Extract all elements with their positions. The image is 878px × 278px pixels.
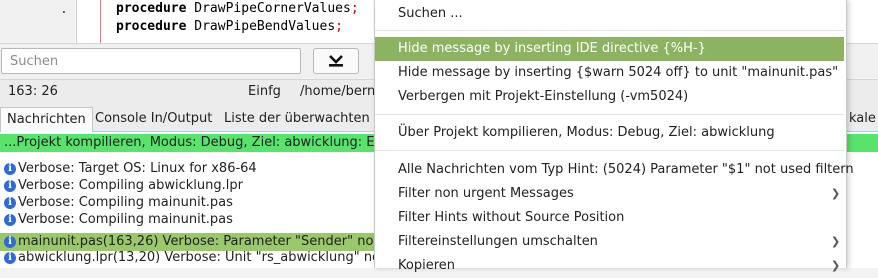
tab-messages[interactable]: Nachrichten [0,107,93,132]
info-icon: i [4,163,16,175]
find-next-button[interactable] [313,48,359,74]
code-identifier: DrawPipeCornerValues [194,1,351,16]
menu-item-toggle-filters[interactable]: Filtereinstellungen umschalten ❯ [375,230,844,254]
message-text: abwicklung.lpr(13,20) Verbose: Unit "rs_… [18,250,421,265]
message-text: Verbose: Compiling mainunit.pas [18,195,233,210]
code-punctuation: ; [335,19,343,34]
menu-item-label: Filtereinstellungen umschalten [398,234,598,249]
file-path: /home/bernd [300,84,384,99]
gutter-marker: . [60,2,68,17]
right-margin-line [100,0,101,43]
tab-watches[interactable]: Liste der überwachten Au [218,107,397,131]
menu-item-about-compile[interactable]: Über Projekt kompilieren, Modus: Debug, … [375,121,844,145]
chevron-right-icon: ❯ [831,187,841,200]
code-line[interactable]: procedure DrawPipeBendValues; [116,19,343,34]
menu-item-label: Hide message by inserting {$warn 5024 of… [398,65,839,80]
code-keyword: procedure [116,19,187,34]
gutter-divider [76,0,77,43]
cursor-position: 163: 26 [8,84,58,99]
menu-item-hide-project-setting[interactable]: Verbergen mit Projekt-Einstellung (-vm50… [375,85,844,109]
code-keyword: procedure [116,1,187,16]
tab-locals[interactable]: kale Va [843,107,878,131]
menu-item-label: Hide message by inserting IDE directive … [398,41,706,56]
menu-item-label: Filter non urgent Messages [398,186,574,201]
menu-item-filter-no-source[interactable]: Filter Hints without Source Position [375,206,844,230]
code-identifier: DrawPipeBendValues [194,19,336,34]
chevron-right-icon: ❯ [831,259,841,272]
code-line[interactable]: procedure DrawPipeCornerValues; [116,1,359,16]
chevron-right-icon: ❯ [831,235,841,248]
message-text: Verbose: Target OS: Linux for x86-64 [18,161,257,176]
tab-console[interactable]: Console In/Output [89,107,218,131]
menu-item-search[interactable]: Suchen ... [375,2,844,26]
info-icon: i [4,180,16,192]
menu-item-filter-non-urgent[interactable]: Filter non urgent Messages ❯ [375,182,844,206]
menu-item-hide-warn-off[interactable]: Hide message by inserting {$warn 5024 of… [375,61,844,85]
info-icon: i [4,197,16,209]
menu-item-label: Suchen ... [398,6,463,21]
menu-item-label: Über Projekt kompilieren, Modus: Debug, … [398,125,775,140]
menu-separator [375,30,844,31]
menu-item-label: Kopieren [398,258,455,273]
message-text: Verbose: Compiling abwicklung.lpr [18,178,243,193]
info-icon: i [4,252,16,264]
code-punctuation: ; [350,1,359,16]
menu-item-label: Alle Nachrichten vom Typ Hint: (5024) Pa… [398,162,854,177]
arrow-down-to-line-icon [329,55,343,67]
menu-item-label: Verbergen mit Projekt-Einstellung (-vm50… [398,89,689,104]
search-input[interactable] [1,48,301,74]
menu-item-filter-hint-type[interactable]: Alle Nachrichten vom Typ Hint: (5024) Pa… [375,158,854,182]
info-icon: i [4,214,16,226]
message-text: Verbose: Compiling mainunit.pas [18,212,233,227]
menu-item-copy[interactable]: Kopieren ❯ [375,254,844,278]
info-icon: i [4,236,16,248]
menu-separator [375,114,844,115]
insert-mode: Einfg [248,84,281,99]
menu-item-hide-ide-directive[interactable]: Hide message by inserting IDE directive … [375,37,844,61]
menu-separator [375,150,844,151]
menu-item-label: Filter Hints without Source Position [398,210,625,225]
